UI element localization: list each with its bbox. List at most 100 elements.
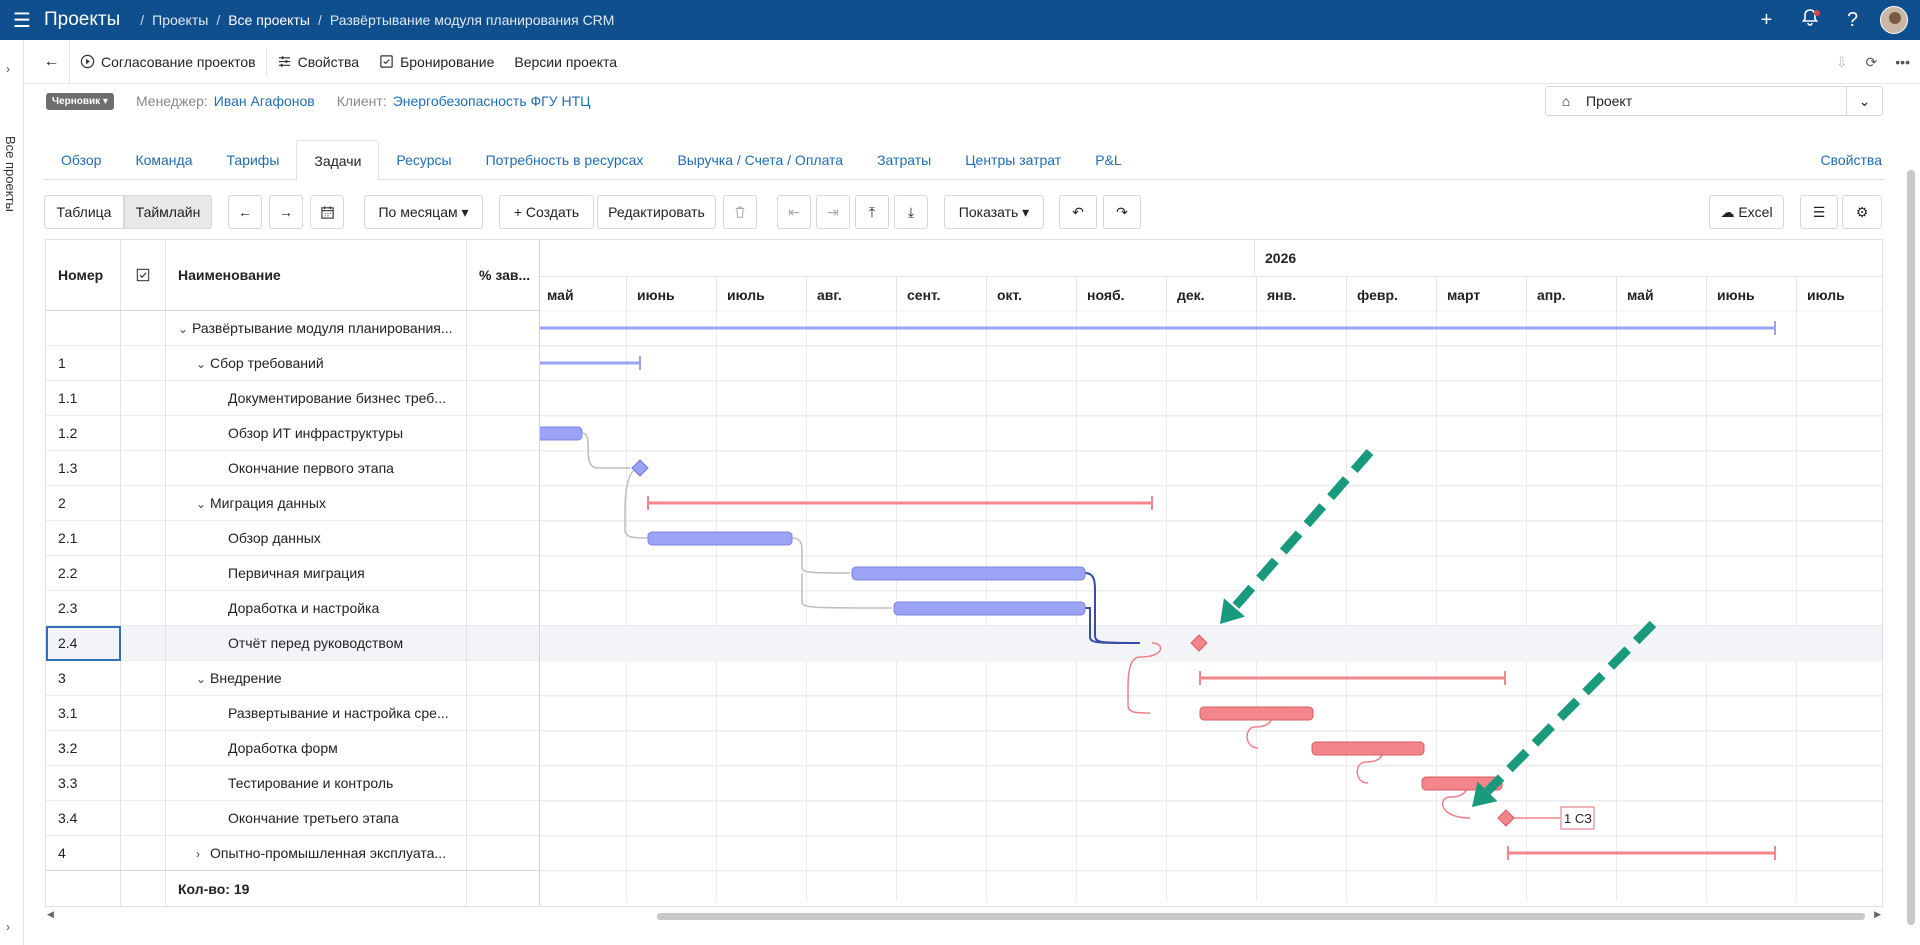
task-bar[interactable] bbox=[1311, 741, 1425, 756]
task-bar[interactable] bbox=[893, 601, 1086, 616]
task-name-cell[interactable]: Тестирование и контроль bbox=[166, 766, 467, 801]
avatar[interactable] bbox=[1880, 6, 1908, 34]
row-checkbox-cell[interactable] bbox=[121, 311, 166, 346]
task-name-cell[interactable]: Первичная миграция bbox=[166, 556, 467, 591]
help-icon[interactable]: ? bbox=[1831, 9, 1874, 32]
task-bar[interactable] bbox=[647, 531, 793, 546]
task-percent[interactable] bbox=[467, 556, 540, 591]
indent-button[interactable]: ⇥ bbox=[816, 195, 850, 229]
redo-button[interactable]: ↷ bbox=[1103, 195, 1141, 229]
row-checkbox-cell[interactable] bbox=[121, 521, 166, 556]
task-percent[interactable] bbox=[467, 591, 540, 626]
tab-resource-demand[interactable]: Потребность в ресурсах bbox=[469, 140, 661, 180]
row-checkbox-cell[interactable] bbox=[121, 836, 166, 871]
task-name-cell[interactable]: Документирование бизнес треб... bbox=[166, 381, 467, 416]
task-name-cell[interactable]: Доработка и настройка bbox=[166, 591, 467, 626]
approval-button[interactable]: Согласование проектов bbox=[70, 40, 266, 84]
task-number[interactable]: 2.3 bbox=[46, 591, 121, 626]
chevron-down-icon[interactable]: ⌄ bbox=[196, 487, 210, 521]
tab-tasks[interactable]: Задачи bbox=[296, 140, 380, 181]
properties-button[interactable]: Свойства bbox=[267, 40, 369, 84]
row-checkbox-cell[interactable] bbox=[121, 416, 166, 451]
more-icon[interactable]: ••• bbox=[1895, 54, 1910, 70]
manager-link[interactable]: Иван Агафонов bbox=[214, 93, 315, 109]
scroll-right-button[interactable]: → bbox=[269, 195, 303, 229]
back-arrow-icon[interactable]: ← bbox=[34, 39, 70, 84]
row-checkbox-cell[interactable] bbox=[121, 766, 166, 801]
scroll-left-icon[interactable]: ◀ bbox=[47, 909, 54, 920]
task-name-cell[interactable]: ⌄ Сбор требований bbox=[166, 346, 467, 381]
tab-pnl[interactable]: P&L bbox=[1078, 140, 1138, 180]
task-name-cell[interactable]: ⌄ Миграция данных bbox=[166, 486, 467, 521]
delete-button[interactable] bbox=[723, 195, 757, 229]
task-percent[interactable] bbox=[467, 521, 540, 556]
add-icon[interactable]: + bbox=[1745, 9, 1788, 32]
excel-export-button[interactable]: ☁ Excel bbox=[1709, 195, 1784, 229]
create-button[interactable]: + Создать bbox=[499, 195, 594, 229]
menu-icon[interactable]: ☰ bbox=[0, 8, 44, 33]
client-link[interactable]: Энергобезопасность ФГУ НТЦ bbox=[393, 93, 591, 109]
project-versions-button[interactable]: Версии проекта bbox=[504, 40, 627, 84]
task-number[interactable]: 3.3 bbox=[46, 766, 121, 801]
chevron-down-icon[interactable]: ⌄ bbox=[1846, 87, 1882, 115]
row-checkbox-cell[interactable] bbox=[121, 486, 166, 521]
breadcrumb-all-projects[interactable]: Все проекты bbox=[228, 12, 310, 28]
scroll-left-button[interactable]: ← bbox=[228, 195, 262, 229]
task-name-cell[interactable]: ⌄ Внедрение bbox=[166, 661, 467, 696]
scroll-thumb[interactable] bbox=[657, 913, 1865, 920]
header-name[interactable]: Наименование bbox=[166, 240, 467, 310]
move-down-button[interactable]: ⤓ bbox=[894, 195, 928, 229]
milestone-marker[interactable] bbox=[631, 459, 649, 477]
task-percent[interactable] bbox=[467, 766, 540, 801]
view-timeline-button[interactable]: Таймлайн bbox=[124, 195, 212, 229]
task-percent[interactable] bbox=[467, 836, 540, 871]
vertical-scrollbar[interactable] bbox=[1904, 84, 1918, 929]
show-dropdown[interactable]: Показать ▾ bbox=[944, 195, 1044, 229]
task-name-cell[interactable]: Доработка форм bbox=[166, 731, 467, 766]
chevron-down-icon[interactable]: ⌄ bbox=[178, 312, 192, 346]
row-checkbox-cell[interactable] bbox=[121, 451, 166, 486]
task-percent[interactable] bbox=[467, 731, 540, 766]
row-checkbox-cell[interactable] bbox=[121, 801, 166, 836]
tabs-properties-link[interactable]: Свойства bbox=[1821, 140, 1882, 180]
notifications-icon[interactable] bbox=[1788, 8, 1831, 32]
header-percent[interactable]: % зав... bbox=[467, 240, 540, 310]
task-name-cell[interactable]: Обзор данных bbox=[166, 521, 467, 556]
view-table-button[interactable]: Таблица bbox=[44, 195, 124, 229]
task-percent[interactable] bbox=[467, 416, 540, 451]
task-number[interactable]: 2.4 bbox=[46, 626, 121, 661]
calendar-button[interactable] bbox=[310, 195, 344, 229]
tab-revenue[interactable]: Выручка / Счета / Оплата bbox=[660, 140, 860, 180]
expand-panel-bottom-icon[interactable]: › bbox=[6, 920, 10, 934]
task-number[interactable]: 1.3 bbox=[46, 451, 121, 486]
task-percent[interactable] bbox=[467, 311, 540, 346]
status-badge[interactable]: Черновик ▾ bbox=[46, 92, 114, 110]
milestone-marker[interactable] bbox=[1497, 809, 1515, 827]
vertical-scroll-thumb[interactable] bbox=[1907, 170, 1915, 925]
task-name-cell[interactable]: Отчёт перед руководством bbox=[166, 626, 467, 661]
header-checkbox[interactable] bbox=[121, 240, 166, 310]
row-checkbox-cell[interactable] bbox=[121, 696, 166, 731]
expand-panel-icon[interactable]: › bbox=[6, 62, 10, 76]
task-name-cell[interactable]: Развертывание и настройка сре... bbox=[166, 696, 467, 731]
task-name-cell[interactable]: Окончание первого этапа bbox=[166, 451, 467, 486]
task-number[interactable]: 2 bbox=[46, 486, 121, 521]
row-checkbox-cell[interactable] bbox=[121, 731, 166, 766]
project-selector[interactable]: ⌂ Проект ⌄ bbox=[1545, 86, 1883, 116]
scroll-right-icon[interactable]: ▶ bbox=[1874, 909, 1881, 920]
breadcrumb-projects[interactable]: Проекты bbox=[152, 12, 208, 28]
side-panel-label[interactable]: Все проекты bbox=[3, 136, 18, 212]
task-number[interactable]: 4 bbox=[46, 836, 121, 871]
task-number[interactable]: 3.4 bbox=[46, 801, 121, 836]
task-number[interactable] bbox=[46, 311, 121, 346]
task-number[interactable]: 1.1 bbox=[46, 381, 121, 416]
task-number[interactable]: 3 bbox=[46, 661, 121, 696]
header-number[interactable]: Номер bbox=[46, 240, 121, 310]
chevron-right-icon[interactable]: › bbox=[196, 837, 210, 871]
row-checkbox-cell[interactable] bbox=[121, 556, 166, 591]
undo-button[interactable]: ↶ bbox=[1059, 195, 1097, 229]
row-checkbox-cell[interactable] bbox=[121, 381, 166, 416]
app-title[interactable]: Проекты bbox=[44, 9, 120, 31]
task-percent[interactable] bbox=[467, 661, 540, 696]
task-percent[interactable] bbox=[467, 451, 540, 486]
